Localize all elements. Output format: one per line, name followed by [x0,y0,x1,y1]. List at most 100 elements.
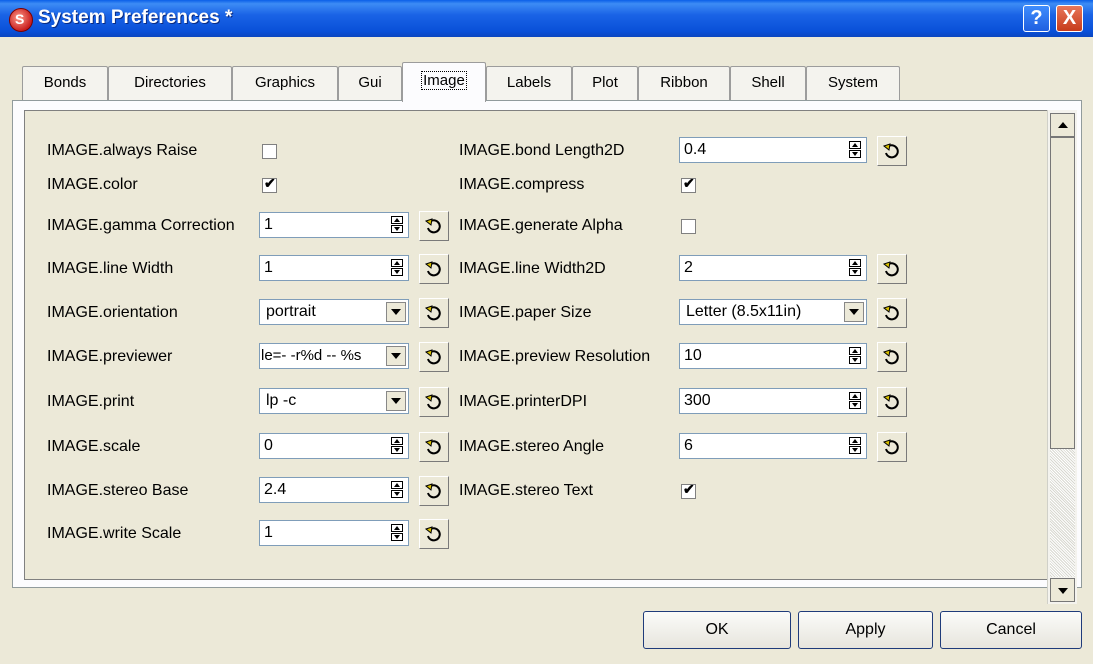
dropdown-arrow-icon[interactable] [386,346,406,366]
line-width-reset-button[interactable] [419,254,449,284]
print-select[interactable]: lp -c [259,388,409,414]
bond-length2d-spinbox[interactable]: 0.4 [679,137,867,163]
apply-button[interactable]: Apply [798,611,933,649]
stereo-angle-value: 6 [684,437,693,454]
scale-spinbox[interactable]: 0 [259,433,409,459]
gamma-correction-reset-button[interactable] [419,211,449,241]
scale-label: IMAGE.scale [47,438,141,455]
paper-size-reset-button[interactable] [877,298,907,328]
generate-alpha-label: IMAGE.generate Alpha [459,217,623,234]
orientation-reset-button[interactable] [419,298,449,328]
app-icon-letter: S [15,11,25,27]
tab-image[interactable]: Image [402,62,486,102]
gamma-correction-spinbox[interactable]: 1 [259,212,409,238]
reset-icon [424,218,441,234]
spinner-arrows-icon[interactable] [849,141,863,159]
title-bar[interactable]: S System Preferences * ? X [0,0,1093,37]
spinner-arrows-icon[interactable] [849,392,863,410]
vertical-scrollbar[interactable] [1047,110,1077,604]
preferences-window: S System Preferences * ? X Bonds Directo… [0,0,1093,664]
printer-dpi-value: 300 [684,392,711,409]
write-scale-spinbox[interactable]: 1 [259,520,409,546]
spinner-arrows-icon[interactable] [849,259,863,277]
printer-dpi-reset-button[interactable] [877,387,907,417]
previewer-select[interactable]: le=- -r%d -- %s [259,343,409,369]
close-button[interactable]: X [1056,5,1083,32]
stereo-angle-reset-button[interactable] [877,432,907,462]
spinner-arrows-icon[interactable] [391,259,405,277]
reset-icon [424,305,441,321]
line-width-spinbox[interactable]: 1 [259,255,409,281]
stereo-base-spinbox[interactable]: 2.4 [259,477,409,503]
dropdown-arrow-icon[interactable] [844,302,864,322]
spinner-arrows-icon[interactable] [391,216,405,234]
generate-alpha-checkbox[interactable] [681,219,696,234]
tab-system[interactable]: System [806,66,900,100]
line-width-value: 1 [264,259,273,276]
previewer-label: IMAGE.previewer [47,348,173,365]
bond-length2d-reset-button[interactable] [877,136,907,166]
paper-size-value: Letter (8.5x11in) [686,303,802,320]
check-mark-icon: ✔ [683,175,695,191]
tab-directories[interactable]: Directories [108,66,232,100]
reset-icon [424,483,441,499]
stereo-base-value: 2.4 [264,481,287,498]
compress-checkbox[interactable]: ✔ [681,175,696,193]
gamma-correction-value: 1 [264,216,273,233]
orientation-select[interactable]: portrait [259,299,409,325]
color-checkbox[interactable]: ✔ [262,175,277,193]
dropdown-arrow-icon[interactable] [386,391,406,411]
tab-ribbon[interactable]: Ribbon [638,66,730,100]
check-mark-icon: ✔ [264,175,276,191]
spinner-arrows-icon[interactable] [849,437,863,455]
gamma-correction-label: IMAGE.gamma Correction [47,217,235,234]
tab-bonds[interactable]: Bonds [22,66,108,100]
cancel-button[interactable]: Cancel [940,611,1082,649]
previewer-reset-button[interactable] [419,342,449,372]
scroll-thumb[interactable] [1050,137,1075,449]
reset-icon [882,305,899,321]
preview-resolution-value: 10 [684,347,702,364]
spinner-arrows-icon[interactable] [391,481,405,499]
paper-size-label: IMAGE.paper Size [459,304,592,321]
stereo-text-label: IMAGE.stereo Text [459,482,593,499]
paper-size-select[interactable]: Letter (8.5x11in) [679,299,867,325]
spinner-arrows-icon[interactable] [391,524,405,542]
tab-shell[interactable]: Shell [730,66,806,100]
print-reset-button[interactable] [419,387,449,417]
printer-dpi-label: IMAGE.printerDPI [459,393,588,410]
spinner-arrows-icon[interactable] [391,437,405,455]
always-raise-checkbox[interactable] [262,144,277,159]
reset-icon [424,349,441,365]
tab-labels[interactable]: Labels [486,66,572,100]
spinner-arrows-icon[interactable] [849,347,863,365]
scroll-track[interactable] [1050,449,1075,577]
line-width2d-spinbox[interactable]: 2 [679,255,867,281]
bond-length2d-label: IMAGE.bond Length2D [459,142,625,159]
line-width2d-value: 2 [684,259,693,276]
ok-button[interactable]: OK [643,611,791,649]
color-label: IMAGE.color [47,176,138,193]
reset-icon [882,261,899,277]
stereo-angle-spinbox[interactable]: 6 [679,433,867,459]
preview-resolution-label: IMAGE.preview Resolution [459,348,651,365]
dropdown-arrow-icon[interactable] [386,302,406,322]
scale-reset-button[interactable] [419,432,449,462]
stereo-base-reset-button[interactable] [419,476,449,506]
write-scale-reset-button[interactable] [419,519,449,549]
stereo-text-checkbox[interactable]: ✔ [681,481,696,499]
window-title: System Preferences * [38,7,233,28]
help-button[interactable]: ? [1023,5,1050,32]
tab-gui[interactable]: Gui [338,66,402,100]
orientation-label: IMAGE.orientation [47,304,178,321]
preview-resolution-spinbox[interactable]: 10 [679,343,867,369]
reset-icon [882,349,899,365]
always-raise-label: IMAGE.always Raise [47,142,198,159]
scroll-up-button[interactable] [1050,113,1075,137]
scroll-down-button[interactable] [1050,578,1075,602]
tab-plot[interactable]: Plot [572,66,638,100]
tab-graphics[interactable]: Graphics [232,66,338,100]
line-width2d-reset-button[interactable] [877,254,907,284]
printer-dpi-spinbox[interactable]: 300 [679,388,867,414]
preview-resolution-reset-button[interactable] [877,342,907,372]
